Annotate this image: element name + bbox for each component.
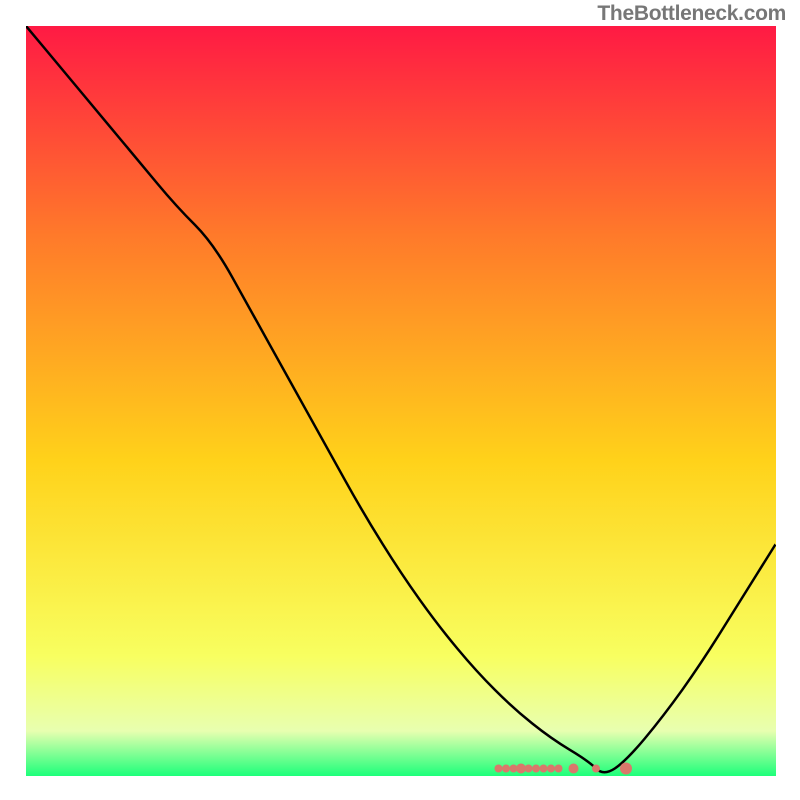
watermark-text: TheBottleneck.com <box>597 2 786 26</box>
gradient-background <box>26 26 776 776</box>
marker-dot <box>569 764 579 774</box>
chart-svg <box>26 26 776 776</box>
marker-dot <box>532 765 540 773</box>
marker-dot <box>547 765 555 773</box>
marker-dot <box>592 765 600 773</box>
marker-dot <box>502 765 510 773</box>
marker-dot <box>540 765 548 773</box>
chart-container <box>25 25 775 775</box>
marker-dot <box>495 765 503 773</box>
marker-dot <box>620 763 632 775</box>
marker-dot <box>525 765 533 773</box>
marker-dot <box>555 765 563 773</box>
